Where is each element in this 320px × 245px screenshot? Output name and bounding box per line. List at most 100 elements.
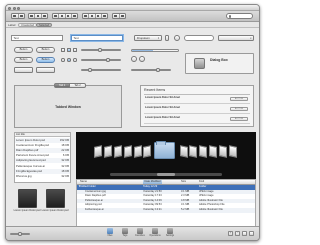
list-item-size: 32 KB <box>61 173 69 178</box>
column-header-kind[interactable]: Kind <box>199 180 204 184</box>
scrollbar-knob[interactable] <box>157 173 175 176</box>
round-button-2[interactable] <box>139 56 145 62</box>
button-4[interactable]: Button <box>36 57 55 63</box>
cover-flow-scrollbar[interactable] <box>110 173 222 176</box>
slider-track-4[interactable] <box>131 69 171 71</box>
bottom-tab-files[interactable]: Files <box>103 228 117 237</box>
checkbox-3[interactable] <box>73 48 77 52</box>
list-item-name: Rhoncus.jpg <box>16 173 32 178</box>
recent-item[interactable]: Lorem Ipsum Dolor Sit Amet BUTTON <box>144 95 250 104</box>
recent-items-panel: Recent Items Lorem Ipsum Dolor Sit Amet … <box>140 85 254 127</box>
help-button[interactable] <box>174 35 180 41</box>
divider <box>144 93 250 94</box>
pause-icon <box>90 14 94 18</box>
document-icon[interactable] <box>94 145 102 158</box>
column-view-button[interactable] <box>42 14 47 18</box>
document-icon[interactable] <box>189 145 197 158</box>
bottom-tab-favorites[interactable]: Favorites <box>133 228 147 237</box>
path-pill-unselected[interactable]: Unselected <box>18 23 37 27</box>
bottom-tab-operations[interactable]: Operations <box>148 228 162 237</box>
bottom-tab-settings[interactable]: Settings <box>163 228 177 237</box>
checkbox-1[interactable] <box>61 48 65 52</box>
slider-track-2[interactable] <box>81 59 121 61</box>
list-item[interactable]: Rhoncus.jpg 32 KB <box>15 174 70 179</box>
path-pill-selected[interactable]: Selected <box>36 23 53 27</box>
action-button-8[interactable] <box>102 14 107 18</box>
checkbox-2[interactable] <box>67 48 71 52</box>
recent-item-button[interactable]: BUTTON <box>230 97 248 101</box>
zoom-slider-knob[interactable] <box>18 232 22 236</box>
column-header-name[interactable]: Name <box>80 180 87 184</box>
slider-knob-3[interactable] <box>88 68 92 72</box>
dialog-title: Dialog Box <box>210 58 228 62</box>
document-icon[interactable] <box>229 145 237 158</box>
slider-track-3[interactable] <box>81 69 121 71</box>
recent-item[interactable]: Lorem Ipsum Dolor Sit Amet BUTTON <box>144 115 250 124</box>
recent-item[interactable]: Lorem Ipsum Dolor Sit Amet BUTTON <box>144 105 250 114</box>
nav-back-forward[interactable] <box>11 13 25 19</box>
view-mode-group[interactable] <box>28 13 48 19</box>
radio-3[interactable] <box>73 58 77 62</box>
document-icon[interactable] <box>143 145 151 158</box>
file-list-header: List title <box>15 133 70 137</box>
column-header-date[interactable]: Date Modified <box>143 180 163 184</box>
square-button-1[interactable] <box>14 67 33 73</box>
minimize-window-button[interactable] <box>12 6 16 10</box>
resize-handle[interactable] <box>249 231 254 236</box>
remove-button[interactable]: − <box>235 231 240 236</box>
tab-2[interactable]: Tab 2 <box>70 82 86 88</box>
document-icon[interactable] <box>134 145 142 158</box>
dialog-icon <box>194 58 205 69</box>
slider-knob-2[interactable] <box>106 58 110 62</box>
search-field[interactable] <box>226 13 253 19</box>
thumbnail-2[interactable] <box>46 189 65 208</box>
table-row[interactable]: Fethentesque.ai Yesterday 13:21 5.2 MB A… <box>77 208 255 213</box>
column-header-size[interactable]: Size <box>181 180 186 184</box>
action-group-3[interactable] <box>112 13 126 19</box>
action-button-4[interactable] <box>72 14 77 18</box>
search-input[interactable] <box>184 35 214 41</box>
action-group-1[interactable] <box>52 13 78 19</box>
zoom-window-button[interactable] <box>17 6 20 10</box>
radio-2[interactable] <box>67 58 71 62</box>
add-button[interactable]: + <box>228 231 233 236</box>
tab-1[interactable]: Tab 1 <box>54 82 71 88</box>
round-button-1[interactable] <box>131 56 137 62</box>
action-menu-button[interactable] <box>242 231 247 236</box>
dropdown-select[interactable]: Dropdown ⇕ <box>134 35 162 41</box>
document-icon[interactable] <box>114 145 122 158</box>
document-icon[interactable] <box>209 145 217 158</box>
toolbar <box>6 11 259 22</box>
progress-fill <box>132 49 153 51</box>
forward-button[interactable] <box>19 14 25 18</box>
slider-knob-1[interactable] <box>98 48 102 52</box>
document-icon[interactable] <box>104 145 112 158</box>
forward-arrow-icon <box>19 14 23 18</box>
document-icon[interactable] <box>180 145 188 158</box>
stepper-control[interactable] <box>165 35 169 41</box>
info-icon <box>120 14 124 18</box>
button-2[interactable]: Button <box>36 47 55 53</box>
thumbnail-1[interactable] <box>18 189 37 208</box>
text-field-1[interactable]: Text <box>11 35 63 41</box>
popup-button[interactable]: ▾ <box>218 35 254 41</box>
thumbnail-2-label: Lorem Ipsum Dolor.psd <box>41 209 69 212</box>
text-field-2[interactable]: Text <box>71 35 123 41</box>
recent-item-button[interactable]: BUTTON <box>230 117 248 121</box>
slider-knob-4[interactable] <box>156 68 160 72</box>
recent-item-button[interactable]: BUTTON <box>230 107 248 111</box>
close-window-button[interactable] <box>8 6 11 10</box>
search-icon <box>228 15 232 18</box>
action-button-10[interactable] <box>120 14 126 18</box>
document-icon[interactable] <box>199 145 207 158</box>
button-3[interactable]: Button <box>14 57 33 63</box>
button-1[interactable]: Button <box>14 47 33 53</box>
cover-flow-view <box>76 132 256 179</box>
document-icon[interactable] <box>124 145 132 158</box>
document-icon[interactable] <box>219 145 227 158</box>
action-group-2[interactable] <box>82 13 108 19</box>
radio-1[interactable] <box>61 58 65 62</box>
folder-icon[interactable] <box>154 141 175 159</box>
bottom-tab-tags[interactable]: Tags <box>118 228 132 237</box>
square-button-2[interactable] <box>36 67 55 73</box>
